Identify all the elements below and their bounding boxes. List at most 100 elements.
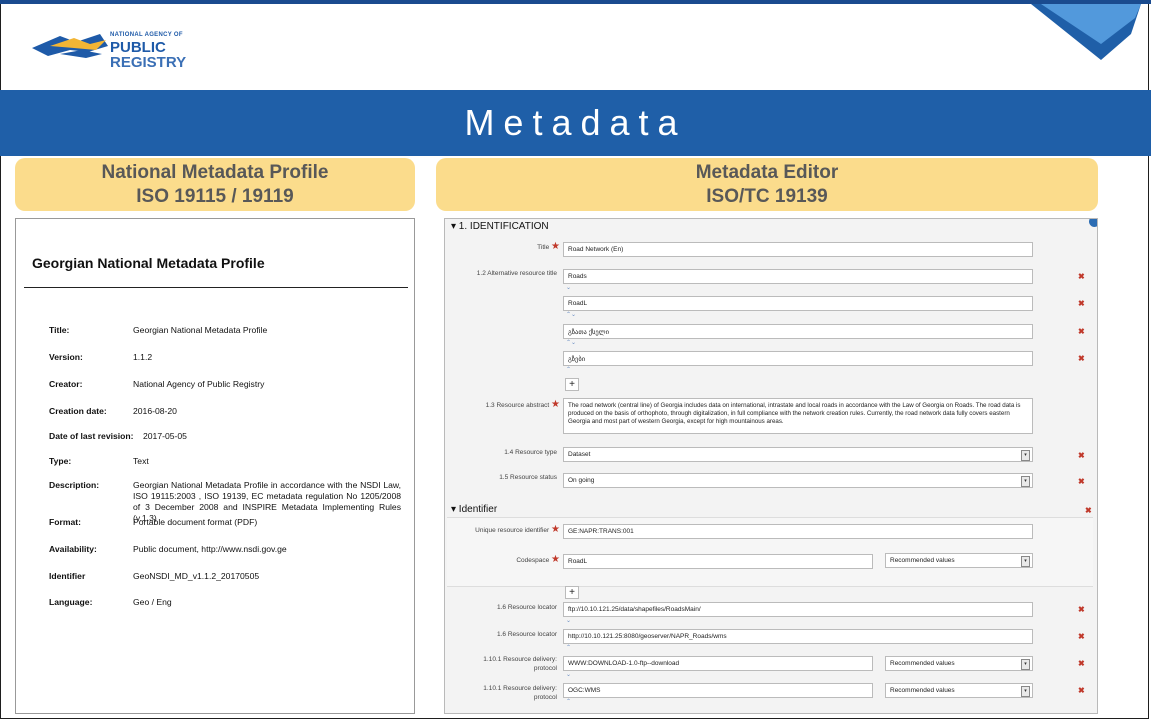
doc-value: 1.1.2 — [133, 352, 153, 362]
doc-value: Public document, http://www.nsdi.gov.ge — [133, 544, 287, 554]
dropdown-arrow-icon[interactable]: ▾ — [1021, 556, 1030, 567]
document-divider — [24, 287, 408, 288]
doc-label: Creator: — [49, 379, 83, 389]
delete-icon[interactable]: ✖ — [1078, 659, 1085, 668]
codespace-label: Codespace ★ — [445, 554, 560, 565]
resource-locator-label: 1.6 Resource locator — [497, 604, 557, 611]
title-input[interactable]: Road Network (En) — [563, 242, 1033, 257]
logo-line-2: REGISTRY — [110, 54, 187, 71]
unique-identifier-label-text: Unique resource identifier — [475, 527, 550, 534]
alt-title-label: 1.2 Alternative resource title — [476, 270, 557, 277]
logo-small-text: NATIONAL AGENCY OF — [110, 32, 183, 38]
profile-header-line-1: National Metadata Profile — [101, 162, 329, 183]
unique-identifier-input[interactable]: GE:NAPR:TRANS:001 — [563, 524, 1033, 539]
doc-label: Creation date: — [49, 406, 107, 416]
doc-label: Description: — [49, 480, 100, 490]
title-label-text: Title — [537, 244, 550, 251]
profile-header-line-2: ISO 19115 / 19119 — [136, 186, 294, 207]
doc-label: Language: — [49, 597, 93, 607]
move-down-icon[interactable]: ⌄ — [566, 617, 571, 624]
delivery-protocol-input[interactable]: OGC:WMS — [563, 683, 873, 698]
delete-icon[interactable]: ✖ — [1078, 477, 1085, 486]
delivery-label-line-2: protocol — [533, 665, 557, 672]
abstract-label: 1.3 Resource abstract ★ — [445, 399, 560, 410]
delivery-label-line-2: protocol — [533, 694, 557, 701]
recommended-values-label: Recommended values — [890, 687, 955, 694]
resource-locator-input[interactable]: ftp://10.10.121.25/data/shapefiles/Roads… — [563, 602, 1033, 617]
alt-title-input[interactable]: გზები — [563, 351, 1033, 366]
required-star-icon: ★ — [551, 554, 560, 565]
move-up-down-icon[interactable]: ⌃⌄ — [566, 311, 576, 318]
doc-value: Geo / Eng — [133, 597, 172, 607]
identification-section-toggle[interactable]: ▾ 1. IDENTIFICATION — [451, 221, 549, 232]
delete-icon[interactable]: ✖ — [1078, 327, 1085, 336]
editor-header-line-1: Metadata Editor — [695, 162, 839, 183]
delete-icon[interactable]: ✖ — [1078, 272, 1085, 281]
editor-header-box: Metadata Editor ISO/TC 19139 — [436, 158, 1098, 211]
dropdown-arrow-icon[interactable]: ▾ — [1021, 659, 1030, 670]
doc-value: GeoNSDI_MD_v1.1.2_20170505 — [133, 571, 260, 581]
required-star-icon: ★ — [551, 399, 560, 410]
metadata-profile-document: Georgian National Metadata Profile Title… — [15, 218, 415, 714]
agency-logo-text: NATIONAL AGENCY OF PUBLIC REGISTRY — [110, 24, 186, 70]
delete-icon[interactable]: ✖ — [1078, 605, 1085, 614]
delivery-protocol-label: 1.10.1 Resource delivery: protocol — [445, 684, 557, 702]
doc-label: Date of last revision: — [49, 431, 134, 441]
doc-value: Georgian National Metadata Profile — [133, 325, 268, 335]
recommended-values-label: Recommended values — [890, 557, 955, 564]
resource-locator-input[interactable]: http://10.10.121.25:8080/geoserver/NAPR_… — [563, 629, 1033, 644]
doc-value: Portable document format (PDF) — [133, 517, 258, 527]
dropdown-arrow-icon[interactable]: ▾ — [1021, 450, 1030, 461]
doc-value: National Agency of Public Registry — [133, 379, 265, 389]
doc-value: Text — [133, 456, 149, 466]
delete-icon[interactable]: ✖ — [1078, 632, 1085, 641]
alt-title-input[interactable]: გზათა ქსელი — [563, 324, 1033, 339]
scroll-up-icon[interactable] — [1089, 219, 1097, 227]
resource-type-select[interactable]: Dataset ▾ — [563, 447, 1033, 462]
delivery-label-line-1: 1.10.1 Resource delivery: — [483, 656, 557, 663]
add-alt-title-button[interactable]: + — [565, 378, 579, 391]
delete-icon[interactable]: ✖ — [1078, 299, 1085, 308]
doc-value: 2017-05-05 — [143, 431, 187, 441]
resource-type-label: 1.4 Resource type — [504, 449, 557, 456]
move-up-icon[interactable]: ⌃ — [566, 698, 571, 705]
delivery-recommended-select[interactable]: Recommended values ▾ — [885, 656, 1033, 671]
delivery-protocol-label: 1.10.1 Resource delivery: protocol — [445, 655, 557, 673]
add-identifier-button[interactable]: + — [565, 586, 579, 599]
move-down-icon[interactable]: ⌄ — [566, 671, 571, 678]
delete-icon[interactable]: ✖ — [1085, 506, 1092, 515]
unique-identifier-label: Unique resource identifier ★ — [445, 524, 560, 535]
resource-status-value: On going — [568, 477, 595, 484]
move-up-icon[interactable]: ⌃ — [566, 644, 571, 651]
abstract-textarea[interactable]: The road network (central line) of Georg… — [563, 398, 1033, 434]
metadata-editor-panel: ▾ 1. IDENTIFICATION Title ★ Road Network… — [444, 218, 1098, 714]
profile-header-box: National Metadata Profile ISO 19115 / 19… — [15, 158, 415, 211]
delete-icon[interactable]: ✖ — [1078, 686, 1085, 695]
codespace-recommended-select[interactable]: Recommended values ▾ — [885, 553, 1033, 568]
alt-title-input[interactable]: Roads — [563, 269, 1033, 284]
delete-icon[interactable]: ✖ — [1078, 354, 1085, 363]
codespace-input[interactable]: RoadL — [563, 554, 873, 569]
editor-header-line-2: ISO/TC 19139 — [706, 186, 828, 207]
delivery-protocol-input[interactable]: WWW:DOWNLOAD-1.0-ftp--download — [563, 656, 873, 671]
alt-title-input[interactable]: RoadL — [563, 296, 1033, 311]
move-up-down-icon[interactable]: ⌃⌄ — [566, 339, 576, 346]
resource-status-select[interactable]: On going ▾ — [563, 473, 1033, 488]
delete-icon[interactable]: ✖ — [1078, 451, 1085, 460]
doc-label: Title: — [49, 325, 70, 335]
identifier-section-toggle[interactable]: ▾ Identifier — [451, 504, 497, 515]
logo-line-1: PUBLIC — [110, 39, 166, 56]
doc-label: Format: — [49, 517, 81, 527]
dropdown-arrow-icon[interactable]: ▾ — [1021, 686, 1030, 697]
doc-label: Availability: — [49, 544, 97, 554]
doc-label: Identifier — [49, 571, 86, 581]
recommended-values-label: Recommended values — [890, 660, 955, 667]
move-up-icon[interactable]: ⌃ — [566, 366, 571, 373]
required-star-icon: ★ — [551, 241, 560, 252]
document-title: Georgian National Metadata Profile — [32, 255, 265, 271]
corner-decoration-icon — [1031, 4, 1141, 60]
delivery-recommended-select[interactable]: Recommended values ▾ — [885, 683, 1033, 698]
resource-type-value: Dataset — [568, 451, 591, 458]
move-down-icon[interactable]: ⌄ — [566, 284, 571, 291]
dropdown-arrow-icon[interactable]: ▾ — [1021, 476, 1030, 487]
